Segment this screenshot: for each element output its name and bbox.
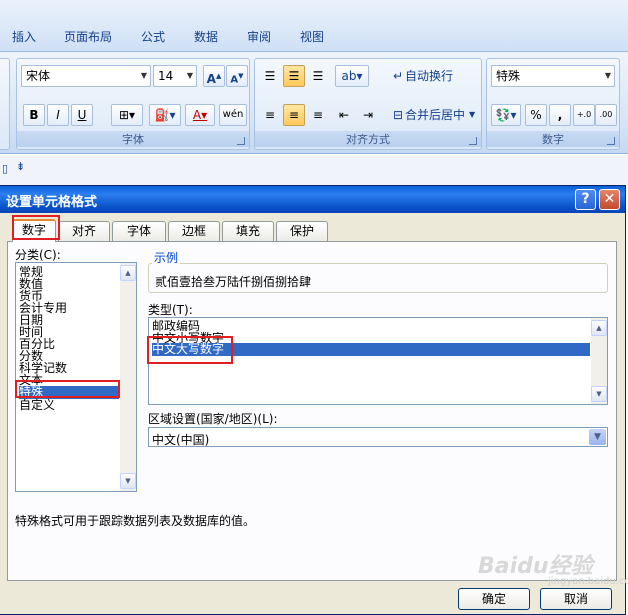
ribbon-tab-bar: 插入 页面布局 公式 数据 审阅 视图 — [0, 0, 628, 52]
align-center-icon[interactable]: ≡ — [283, 104, 305, 126]
tab-view[interactable]: 视图 — [300, 28, 324, 45]
tab-page-layout[interactable]: 页面布局 — [64, 28, 112, 45]
list-item[interactable]: 邮政编码 — [152, 320, 590, 332]
merge-center-button[interactable]: 合并后居中 — [405, 104, 465, 126]
percent-icon[interactable]: % — [525, 104, 547, 126]
category-scrollbar[interactable]: ▲ ▼ — [120, 263, 136, 491]
chevron-down-icon[interactable]: ▼ — [589, 429, 606, 445]
locale-value: 中文(中国) — [152, 433, 210, 447]
fill-color-icon[interactable]: ⛽▾ — [149, 104, 181, 126]
dialog-launcher-icon[interactable] — [607, 137, 615, 145]
font-color-icon[interactable]: A▾ — [185, 104, 215, 126]
font-size-select[interactable]: 14 ▼ — [153, 65, 197, 87]
number-group: 特殊 ▼ 💱▾ % , +.0 .00 数字 — [486, 58, 620, 150]
tab-font[interactable]: 字体 — [112, 221, 166, 241]
type-label: 类型(T): — [148, 303, 193, 317]
align-right-icon[interactable]: ≡ — [307, 104, 329, 126]
sample-value: 贰佰壹拾叁万陆仟捌佰捌拾肆 — [155, 275, 312, 289]
number-format-value: 特殊 — [496, 69, 521, 83]
dialog-title-bar[interactable]: 设置单元格格式 ? ✕ — [0, 186, 625, 213]
number-group-label: 数字 — [487, 131, 619, 147]
font-size-value: 14 — [158, 69, 174, 83]
decrease-decimal-icon[interactable]: .00 — [595, 104, 617, 126]
font-group: 宋体 ▼ 14 ▼ A▲ A▼ B I U ⊞▾ ⛽▾ A▾ wén 字体 — [16, 58, 250, 150]
number-format-select[interactable]: 特殊 ▼ — [491, 65, 615, 87]
close-button[interactable]: ✕ — [599, 189, 620, 210]
orientation-icon[interactable]: ab▾ — [335, 65, 369, 87]
baidu-watermark-url: jingyan.baidu.com — [548, 576, 628, 587]
sample-label: 示例 — [152, 249, 181, 266]
align-left-icon[interactable]: ≡ — [259, 104, 281, 126]
clipboard-group-edge — [0, 58, 10, 150]
font-name-select[interactable]: 宋体 ▼ — [21, 65, 151, 87]
increase-decimal-icon[interactable]: +.0 — [573, 104, 595, 126]
alignment-group: ☰ ☰ ☰ ab▾ ↵ 自动换行 ≡ ≡ ≡ ⇤ ⇥ ⊟ 合并后居中 ▼ 对齐方… — [254, 58, 482, 150]
customize-toolbar-icon[interactable]: ⇟ — [16, 160, 25, 173]
tab-review[interactable]: 审阅 — [247, 28, 271, 45]
cancel-button[interactable]: 取消 — [540, 588, 612, 610]
align-bottom-icon[interactable]: ☰ — [307, 65, 329, 87]
dialog-title: 设置单元格格式 — [6, 195, 98, 210]
dialog-launcher-icon[interactable] — [469, 137, 477, 145]
list-item[interactable]: 自定义 — [19, 399, 119, 411]
align-top-icon[interactable]: ☰ — [259, 65, 281, 87]
grow-font-icon[interactable]: A▲ — [203, 65, 225, 87]
tab-data[interactable]: 数据 — [194, 28, 218, 45]
tab-alignment[interactable]: 对齐 — [58, 221, 110, 241]
underline-icon[interactable]: U — [71, 104, 93, 126]
decrease-indent-icon[interactable]: ⇤ — [333, 104, 355, 126]
chevron-down-icon[interactable]: ▼ — [469, 104, 475, 126]
sheet-icon: ▯ — [2, 162, 9, 175]
font-name-value: 宋体 — [26, 69, 51, 83]
ok-button[interactable]: 确定 — [458, 588, 530, 610]
chevron-down-icon: ▼ — [604, 71, 611, 80]
phonetic-icon[interactable]: wén — [219, 104, 247, 126]
ribbon-body: 宋体 ▼ 14 ▼ A▲ A▼ B I U ⊞▾ ⛽▾ A▾ wén 字体 ☰ … — [0, 52, 628, 154]
wrap-text-button[interactable]: 自动换行 — [405, 65, 453, 87]
category-label: 分类(C): — [15, 248, 61, 262]
type-scrollbar[interactable]: ▲ ▼ — [591, 318, 607, 404]
category-list[interactable]: 常规 数值 货币 会计专用 日期 时间 百分比 分数 科学记数 文本 特殊 自定… — [15, 262, 137, 492]
sample-box: 贰佰壹拾叁万陆仟捌佰捌拾肆 — [148, 263, 608, 293]
scroll-up-icon[interactable]: ▲ — [591, 320, 607, 336]
scroll-down-icon[interactable]: ▼ — [120, 473, 136, 489]
locale-select[interactable]: 中文(中国) ▼ — [148, 427, 608, 447]
dialog-launcher-icon[interactable] — [237, 137, 245, 145]
scroll-up-icon[interactable]: ▲ — [120, 265, 136, 281]
alignment-group-label: 对齐方式 — [255, 131, 481, 147]
italic-icon[interactable]: I — [47, 104, 69, 126]
increase-indent-icon[interactable]: ⇥ — [357, 104, 379, 126]
border-icon[interactable]: ⊞▾ — [111, 104, 143, 126]
bold-icon[interactable]: B — [23, 104, 45, 126]
tab-formulas[interactable]: 公式 — [141, 28, 165, 45]
number-tab-panel: 分类(C): 常规 数值 货币 会计专用 日期 时间 百分比 分数 科学记数 文… — [7, 241, 617, 581]
category-description: 特殊格式可用于跟踪数据列表及数据库的值。 — [15, 514, 256, 528]
quick-access-strip: ▯ ⇟ — [0, 155, 628, 185]
shrink-font-icon[interactable]: A▼ — [226, 65, 248, 87]
tab-number[interactable]: 数字 — [12, 219, 56, 242]
tab-border[interactable]: 边框 — [168, 221, 220, 241]
tab-protection[interactable]: 保护 — [276, 221, 328, 241]
type-list[interactable]: 邮政编码 中文小写数字 中文大写数字 ▲ ▼ — [148, 317, 608, 405]
help-button[interactable]: ? — [575, 189, 596, 210]
tab-insert[interactable]: 插入 — [12, 28, 36, 45]
chevron-down-icon: ▼ — [186, 71, 193, 80]
currency-icon[interactable]: 💱▾ — [491, 104, 521, 126]
chevron-down-icon: ▼ — [140, 71, 147, 80]
locale-label: 区域设置(国家/地区)(L): — [148, 412, 278, 426]
align-middle-icon[interactable]: ☰ — [283, 65, 305, 87]
sample-group: 示例 贰佰壹拾叁万陆仟捌佰捌拾肆 — [148, 249, 608, 300]
scroll-down-icon[interactable]: ▼ — [591, 386, 607, 402]
list-item-selected[interactable]: 中文大写数字 — [152, 343, 590, 356]
font-group-label: 字体 — [17, 131, 249, 147]
tab-fill[interactable]: 填充 — [222, 221, 274, 241]
comma-icon[interactable]: , — [549, 104, 571, 126]
